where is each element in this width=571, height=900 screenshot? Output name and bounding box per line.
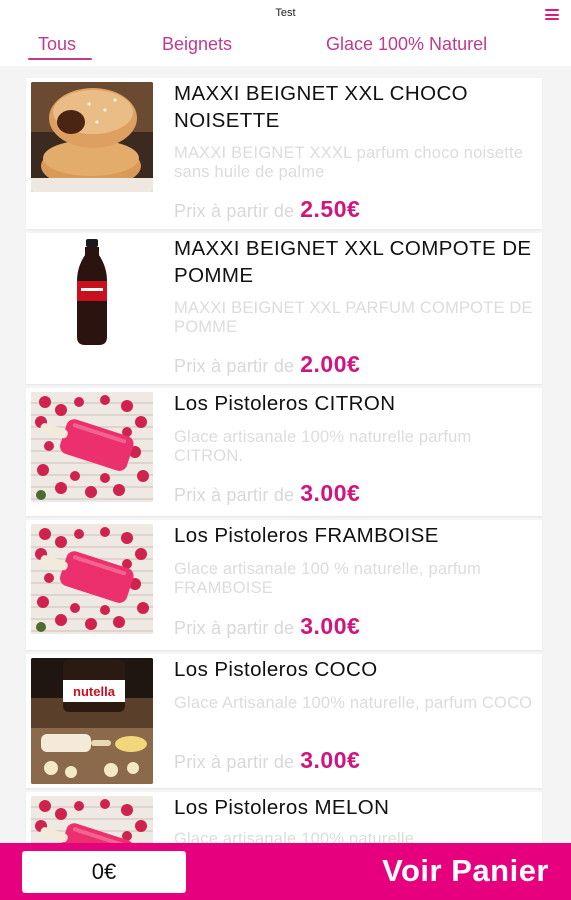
product-card[interactable]: MAXXI BEIGNET XXL CHOCO NOISETTE MAXXI B… [26,78,542,229]
product-title: Los Pistoleros FRAMBOISE [174,524,439,547]
top-bar: Test [0,0,571,26]
price-label: Prix à partir de [174,618,295,638]
category-tabs: Tous Beignets Glace 100% Naturel [0,26,571,66]
price-value: 3.00€ [300,480,361,506]
product-title: Los Pistoleros COCO [174,658,378,681]
price-label: Prix à partir de [174,356,295,376]
price-value: 3.00€ [300,747,361,773]
price-row: Prix à partir de 2.00€ [174,351,360,378]
price-label: Prix à partir de [174,485,295,505]
raspberry-popsicle-image [31,524,153,634]
product-title: Los Pistoleros CITRON [174,392,396,415]
product-description: MAXXI BEIGNET XXL PARFUM COMPOTE DE POMM… [174,299,533,336]
product-description: Glace artisanale 100 % naturelle, parfum… [174,560,481,597]
product-card[interactable]: Los Pistoleros CITRON Glace artisanale 1… [26,388,542,516]
product-title: Los Pistoleros MELON [174,796,390,819]
price-value: 2.50€ [300,196,361,222]
product-description: Glace Artisanale 100% naturelle, parfum … [174,694,533,712]
app-title: Test [275,7,296,19]
nutella-popsicle-image: nutella [31,658,153,784]
tab-glace-100-naturel[interactable]: Glace 100% Naturel [326,34,487,55]
view-cart-button[interactable]: Voir Panier [382,853,549,889]
hamburger-menu-icon[interactable] [545,9,559,20]
cola-bottle-image [31,237,153,347]
product-card[interactable]: nutella Los Pistoleros COCO Glace Artisa… [26,654,542,788]
active-tab-indicator [28,58,92,60]
tab-beignets[interactable]: Beignets [162,34,232,55]
price-row: Prix à partir de 2.50€ [174,196,360,223]
product-description: MAXXI BEIGNET XXXL parfum choco noisette… [174,144,524,181]
product-card[interactable]: MAXXI BEIGNET XXL COMPOTE DE POMME MAXXI… [26,233,542,384]
cart-bar: 0€ Voir Panier [0,843,571,900]
price-row: Prix à partir de 3.00€ [174,480,360,507]
product-title: MAXXI BEIGNET XXL COMPOTE DE POMME [174,237,532,287]
price-value: 3.00€ [300,613,361,639]
price-row: Prix à partir de 3.00€ [174,613,360,640]
product-description: Glace artisanale 100% naturelle parfum C… [174,428,472,465]
cart-total: 0€ [22,851,186,893]
product-title: MAXXI BEIGNET XXL CHOCO NOISETTE [174,82,468,132]
raspberry-popsicle-image [31,392,153,502]
price-label: Prix à partir de [174,752,295,772]
tab-tous[interactable]: Tous [38,34,76,55]
price-row: Prix à partir de 3.00€ [174,747,360,774]
price-value: 2.00€ [300,351,361,377]
product-card[interactable]: Los Pistoleros FRAMBOISE Glace artisanal… [26,520,542,650]
price-label: Prix à partir de [174,201,295,221]
svg-text:nutella: nutella [73,684,116,699]
donut-image [31,82,153,192]
